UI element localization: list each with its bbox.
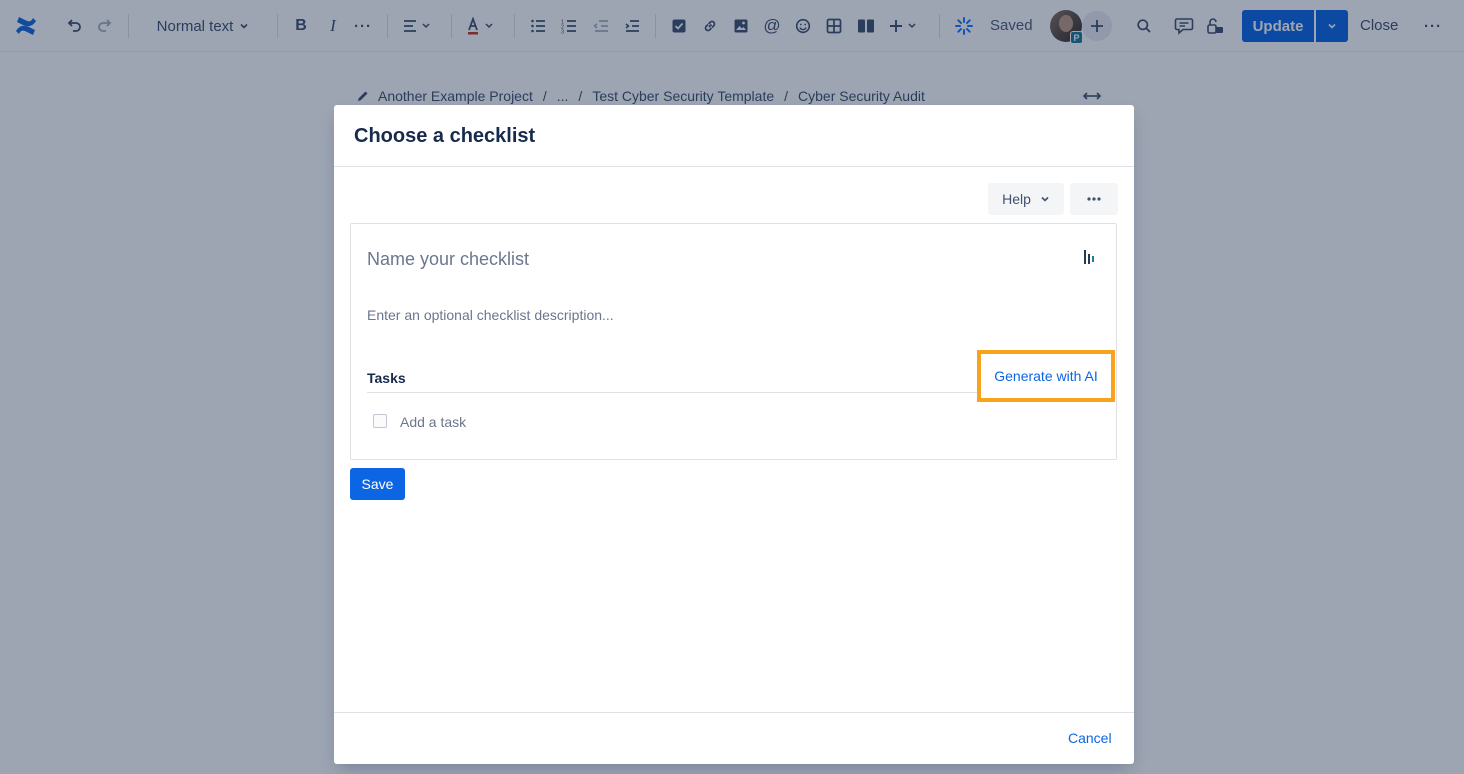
chevron-down-icon [1041, 196, 1049, 202]
task-checkbox[interactable] [373, 414, 387, 428]
help-label: Help [1002, 191, 1031, 207]
cancel-button[interactable]: Cancel [1068, 730, 1112, 746]
dialog-header: Choose a checklist [334, 105, 1134, 167]
checklist-app-icon [1083, 249, 1095, 270]
generate-with-ai-button[interactable]: Generate with AI [977, 350, 1115, 402]
more-options-button[interactable] [1070, 183, 1118, 215]
dialog-title: Choose a checklist [354, 125, 536, 147]
save-button[interactable]: Save [350, 468, 405, 500]
add-task-input[interactable]: Add a task [400, 414, 466, 430]
help-dropdown-button[interactable]: Help [988, 183, 1064, 215]
checklist-description-input[interactable] [367, 304, 967, 326]
dialog-footer-divider [334, 712, 1134, 713]
checklist-card: Tasks Generate with AI Add a task [350, 223, 1117, 460]
modal-backdrop-top [0, 0, 1464, 52]
checklist-name-input[interactable] [367, 246, 967, 272]
choose-checklist-dialog: Choose a checklist Help Tasks Generate w… [334, 105, 1134, 764]
tasks-heading: Tasks [367, 370, 406, 386]
more-icon [1087, 197, 1101, 201]
